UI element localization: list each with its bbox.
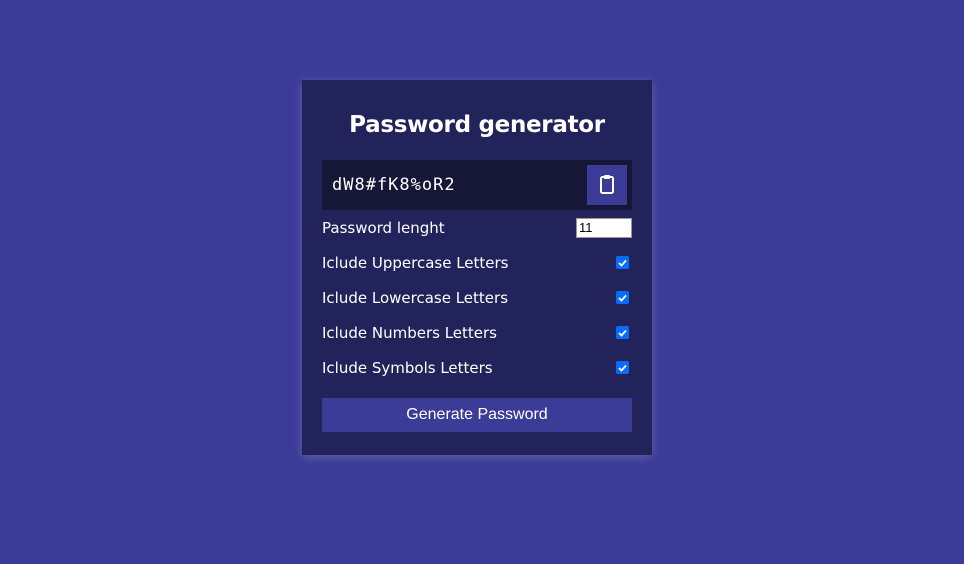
numbers-checkbox[interactable]: [616, 326, 629, 339]
generate-password-button[interactable]: Generate Password: [322, 398, 632, 432]
setting-length: Password lenght: [322, 210, 632, 245]
clipboard-icon: [600, 174, 614, 197]
check-icon: [618, 259, 627, 267]
check-icon: [618, 294, 627, 302]
setting-lowercase: Iclude Lowercase Letters: [322, 280, 632, 315]
symbols-checkbox[interactable]: [616, 361, 629, 374]
password-result: dW8#fK8%oR2: [322, 160, 632, 210]
password-output: dW8#fK8%oR2: [332, 175, 456, 195]
symbols-label: Iclude Symbols Letters: [322, 358, 493, 377]
length-label: Password lenght: [322, 218, 445, 237]
setting-symbols: Iclude Symbols Letters: [322, 350, 632, 385]
check-icon: [618, 329, 627, 337]
password-generator-card: Password generator dW8#fK8%oR2 Password …: [302, 80, 652, 455]
lowercase-checkbox[interactable]: [616, 291, 629, 304]
check-icon: [618, 364, 627, 372]
setting-uppercase: Iclude Uppercase Letters: [322, 245, 632, 280]
page-title: Password generator: [349, 112, 605, 138]
copy-to-clipboard-button[interactable]: [587, 165, 627, 205]
lowercase-label: Iclude Lowercase Letters: [322, 288, 509, 307]
uppercase-checkbox[interactable]: [616, 256, 629, 269]
setting-numbers: Iclude Numbers Letters: [322, 315, 632, 350]
uppercase-label: Iclude Uppercase Letters: [322, 253, 509, 272]
length-input[interactable]: [576, 217, 632, 238]
numbers-label: Iclude Numbers Letters: [322, 323, 497, 342]
